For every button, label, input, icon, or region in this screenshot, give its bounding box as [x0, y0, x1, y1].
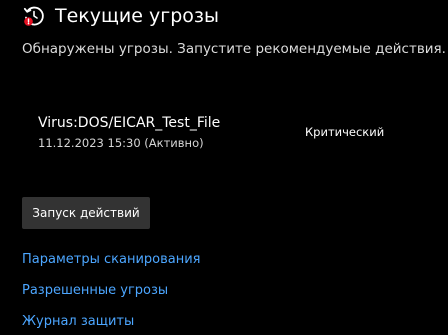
page-title: Текущие угрозы	[55, 5, 220, 27]
allowed-threats-link[interactable]: Разрешенные угрозы	[22, 282, 168, 300]
threats-description: Обнаружены угрозы. Запустите рекомендуем…	[22, 41, 446, 57]
scan-options-link[interactable]: Параметры сканирования	[22, 251, 201, 269]
threat-severity: Критический	[305, 125, 385, 139]
current-threats-page: Текущие угрозы Обнаружены угрозы. Запуст…	[0, 0, 448, 335]
threat-name: Virus:DOS/EICAR_Test_File	[38, 115, 221, 131]
threat-list-item[interactable]: Virus:DOS/EICAR_Test_File 11.12.2023 15:…	[0, 110, 448, 160]
threat-date-status: 11.12.2023 15:30 (Активно)	[38, 136, 204, 150]
protection-history-link[interactable]: Журнал защиты	[22, 313, 134, 331]
start-actions-button[interactable]: Запуск действий	[22, 197, 150, 229]
threat-history-icon	[23, 6, 44, 26]
